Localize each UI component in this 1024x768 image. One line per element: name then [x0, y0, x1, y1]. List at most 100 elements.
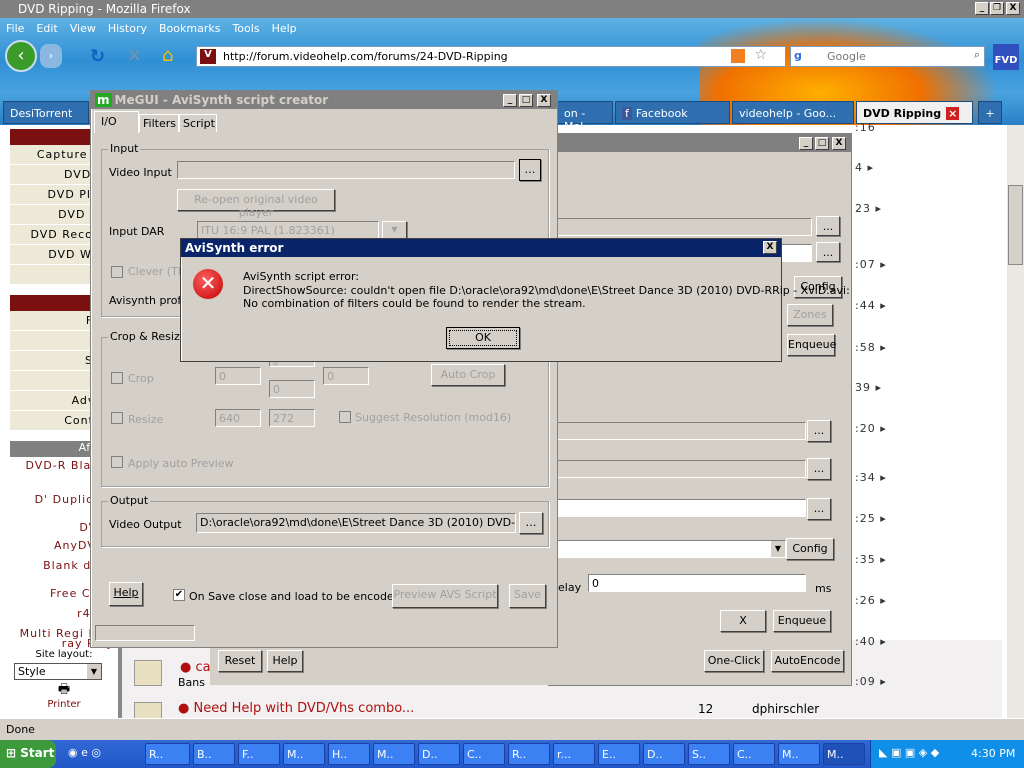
close-button[interactable]: X	[763, 241, 777, 254]
site-layout-select[interactable]: Style ▼	[14, 663, 102, 680]
menu-edit[interactable]: Edit	[36, 22, 57, 35]
resize-width-input[interactable]: 640	[215, 409, 261, 427]
close-button[interactable]: X	[1006, 2, 1020, 15]
resize-height-input[interactable]: 272	[269, 409, 315, 427]
browse-button[interactable]: ...	[816, 216, 840, 236]
url-bar[interactable]: Vhttp://forum.videohelp.com/forums/24-DV…	[196, 46, 786, 67]
taskbar-item[interactable]: H..	[328, 743, 370, 765]
minimize-button[interactable]: _	[975, 2, 989, 15]
taskbar-item[interactable]: C..	[733, 743, 775, 765]
clear-audio-button[interactable]: X	[720, 610, 766, 632]
taskbar-item[interactable]: C..	[463, 743, 505, 765]
taskbar-item[interactable]: R..	[145, 743, 190, 765]
audio-input-field[interactable]	[554, 422, 806, 440]
audio-codec-select[interactable]: ▼	[554, 540, 786, 558]
restore-button[interactable]: ❐	[990, 2, 1004, 15]
menu-bookmarks[interactable]: Bookmarks	[159, 22, 220, 35]
crop-bottom-input[interactable]: 0	[269, 380, 315, 398]
video-input-field[interactable]	[554, 218, 812, 236]
thread-title[interactable]: ● ca	[180, 660, 211, 675]
reopen-player-button[interactable]: Re-open original video player	[177, 189, 335, 219]
thread-last-user[interactable]: dphirschler	[752, 702, 819, 716]
zones-button[interactable]: Zones	[787, 304, 833, 326]
close-button[interactable]: X	[832, 137, 846, 150]
enqueue-audio-button[interactable]: Enqueue	[773, 610, 831, 632]
preview-avs-button[interactable]: Preview AVS Script	[392, 584, 498, 608]
taskbar-item[interactable]: F..	[238, 743, 280, 765]
taskbar-item[interactable]: S..	[688, 743, 730, 765]
tab-google[interactable]: videohelp - Goo...	[732, 101, 854, 124]
tab-script[interactable]: Script	[179, 114, 217, 132]
reset-button[interactable]: Reset	[218, 650, 262, 672]
auto-preview-checkbox[interactable]	[111, 456, 123, 468]
menu-help[interactable]: Help	[272, 22, 297, 35]
taskbar-item[interactable]: M..	[778, 743, 820, 765]
printer-link[interactable]: Printer	[10, 699, 118, 710]
resize-checkbox[interactable]	[111, 412, 123, 424]
help-button[interactable]: Help	[109, 582, 143, 606]
auto-crop-button[interactable]: Auto Crop	[431, 364, 505, 386]
forward-button[interactable]: ›	[40, 44, 62, 68]
on-save-checkbox[interactable]: ✔	[173, 589, 185, 601]
video-input-field[interactable]	[177, 161, 515, 179]
close-button[interactable]: X	[537, 94, 551, 107]
back-button[interactable]: ‹	[5, 40, 37, 72]
fvd-button[interactable]: FVD	[993, 44, 1019, 70]
thread-title[interactable]: ● Need Help with DVD/Vhs combo...	[178, 701, 414, 716]
crop-right-input[interactable]: 0	[323, 367, 369, 385]
crop-left-input[interactable]: 0	[215, 367, 261, 385]
input-dar-select[interactable]: ITU 16:9 PAL (1.823361)	[197, 221, 379, 239]
browse-button[interactable]: ...	[807, 420, 831, 442]
stop-icon[interactable]: ✕	[127, 46, 142, 67]
taskbar-item[interactable]: r...	[553, 743, 595, 765]
suggest-resolution-checkbox[interactable]	[339, 411, 351, 423]
taskbar-item[interactable]: M..	[283, 743, 325, 765]
tab-mal[interactable]: on - Mal...	[557, 101, 613, 133]
quick-launch[interactable]: ◉ e ◎	[68, 746, 101, 759]
delay-input[interactable]: 0	[588, 574, 806, 592]
taskbar-item[interactable]: R..	[508, 743, 550, 765]
menu-history[interactable]: History	[108, 22, 147, 35]
maximize-button[interactable]: □	[815, 137, 829, 150]
taskbar-item[interactable]: D..	[418, 743, 460, 765]
search-input[interactable]: g Google ⌕	[790, 46, 985, 67]
taskbar-item[interactable]: B..	[193, 743, 235, 765]
video-output-field[interactable]: D:\oracle\ora92\md\done\E\Street Dance 3…	[196, 513, 516, 533]
enqueue-video-button[interactable]: Enqueue	[787, 334, 836, 356]
menu-view[interactable]: View	[70, 22, 96, 35]
audio-config-button[interactable]: Config	[786, 538, 834, 560]
menu-file[interactable]: File	[6, 22, 24, 35]
reload-icon[interactable]: ↻	[90, 46, 105, 67]
browse-button[interactable]: ...	[816, 242, 840, 262]
crop-checkbox[interactable]	[111, 372, 123, 384]
tab-desitorrent[interactable]: DesiTorrent	[3, 101, 89, 124]
browse-button[interactable]: ...	[807, 458, 831, 480]
auto-encode-button[interactable]: AutoEncode	[771, 650, 844, 672]
ok-button[interactable]: OK	[446, 327, 520, 349]
browse-button[interactable]: ...	[807, 498, 831, 520]
video-output-browse-button[interactable]: …	[519, 512, 543, 534]
audio-cuts-field[interactable]	[554, 460, 806, 478]
taskbar-item-active[interactable]: M..	[823, 743, 865, 765]
maximize-button[interactable]: □	[519, 94, 533, 107]
save-button[interactable]: Save	[509, 584, 546, 608]
home-icon[interactable]: ⌂	[162, 45, 173, 66]
audio-output-field[interactable]	[554, 499, 806, 517]
video-input-browse-button[interactable]: …	[519, 159, 541, 181]
tab-facebook[interactable]: f Facebook	[615, 101, 730, 124]
tab-close-icon[interactable]: ×	[946, 107, 960, 120]
tab-io[interactable]: I/O	[94, 111, 139, 133]
scrollbar-thumb[interactable]	[1008, 185, 1023, 265]
minimize-button[interactable]: _	[503, 94, 517, 107]
minimize-button[interactable]: _	[799, 137, 813, 150]
tab-filters[interactable]: Filters	[139, 114, 179, 132]
tray-icons[interactable]: ◣ ▣ ▣ ◈ ◆	[879, 746, 939, 759]
menu-tools[interactable]: Tools	[232, 22, 259, 35]
new-tab-button[interactable]: +	[978, 101, 1002, 124]
start-button[interactable]: ⊞ Start	[0, 740, 56, 768]
dar-dropdown-button[interactable]: ▼	[382, 221, 407, 239]
help-button[interactable]: Help	[267, 650, 303, 672]
taskbar-item[interactable]: M..	[373, 743, 415, 765]
bookmark-star-icon[interactable]: ☆	[754, 47, 767, 63]
clever-checkbox[interactable]	[111, 266, 123, 278]
